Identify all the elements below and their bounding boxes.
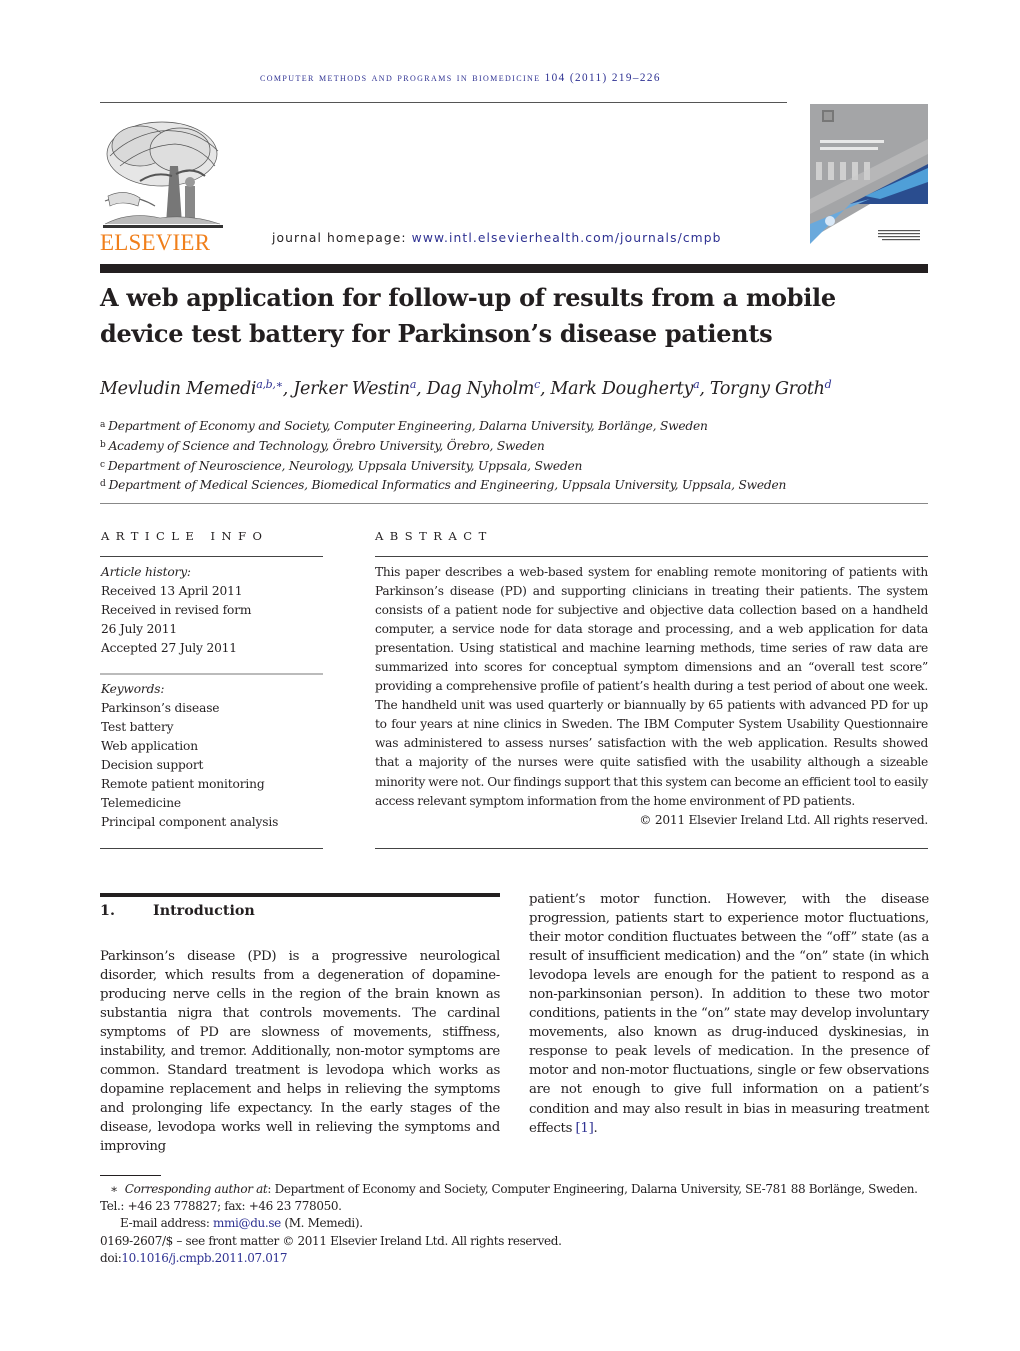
section-title: Introduction xyxy=(153,903,255,919)
intro-text-right-column: patient’s motor function. However, with … xyxy=(529,890,929,1138)
history-item: Received 13 April 2011 xyxy=(101,584,243,598)
abstract-bottom-rule xyxy=(375,848,928,849)
abstract-text: This paper describes a web-based system … xyxy=(375,565,928,808)
journal-homepage: journal homepage: www.intl.elsevierhealt… xyxy=(272,231,722,245)
affiliation-rule xyxy=(100,503,928,504)
intro-text-end: . xyxy=(593,1120,598,1136)
footnotes: ∗ Corresponding author at: Department of… xyxy=(100,1181,930,1267)
keyword: Principal component analysis xyxy=(101,815,279,829)
article-info-bottom-rule xyxy=(100,848,323,849)
citation-link[interactable]: [1] xyxy=(576,1121,594,1136)
section-heading-introduction: 1. Introduction xyxy=(100,901,255,921)
author: Mark Doughertya, xyxy=(550,378,710,399)
author-affil-marks[interactable]: a,b,∗ xyxy=(256,378,283,391)
keyword: Test battery xyxy=(101,720,174,734)
author-name: Jerker Westin xyxy=(293,379,410,399)
journal-cover-thumbnail xyxy=(810,104,928,252)
abstract-rule xyxy=(375,556,928,557)
author-name: Dag Nyholm xyxy=(426,379,535,399)
homepage-label: journal homepage: xyxy=(272,231,412,245)
affiliation-mark: b xyxy=(100,439,106,450)
keyword: Telemedicine xyxy=(101,796,181,810)
intro-text-left-column: Parkinson’s disease (PD) is a progressiv… xyxy=(100,949,500,1155)
header-rule xyxy=(100,102,787,103)
author-separator: , xyxy=(416,379,427,399)
corresponding-author-note: ∗ Corresponding author at: Department of… xyxy=(100,1181,930,1198)
author-separator: , xyxy=(539,379,551,399)
abstract-label: abstract xyxy=(375,529,493,543)
doi-line: doi:10.1016/j.cmpb.2011.07.017 xyxy=(100,1250,930,1267)
author: Jerker Westina, xyxy=(293,378,427,399)
author-name: Mark Dougherty xyxy=(550,379,694,399)
history-item: Accepted 27 July 2011 xyxy=(101,641,237,655)
author-affil-marks[interactable]: d xyxy=(825,378,832,391)
email-owner: (M. Memedi). xyxy=(280,1216,363,1231)
email-link[interactable]: mmi@du.se xyxy=(213,1216,281,1230)
history-label: Article history: xyxy=(101,565,191,579)
author-list: Mevludin Memedia,b,∗, Jerker Westina, Da… xyxy=(100,378,930,399)
affiliation-text: Department of Economy and Society, Compu… xyxy=(108,419,708,433)
footnote-rule xyxy=(100,1175,161,1176)
keyword: Web application xyxy=(101,739,198,753)
affiliation-mark: a xyxy=(100,420,106,430)
masthead-rule xyxy=(100,264,928,273)
front-matter-note: 0169-2607/$ – see front matter © 2011 El… xyxy=(100,1233,562,1248)
keyword: Remote patient monitoring xyxy=(101,777,265,791)
affiliation-text: Academy of Science and Technology, Örebr… xyxy=(108,438,545,453)
article-title: A web application for follow-up of resul… xyxy=(100,283,836,348)
history-item: Received in revised form xyxy=(101,603,252,617)
elsevier-tree-logo xyxy=(103,121,223,228)
email-line: E-mail address: mmi@du.se (M. Memedi). xyxy=(100,1215,930,1232)
affiliation-mark: c xyxy=(100,459,105,470)
affiliation: c Department of Neuroscience, Neurology, … xyxy=(100,456,930,476)
contact-phone-fax: Tel.: +46 23 778827; fax: +46 23 778050. xyxy=(100,1199,342,1214)
corresponding-address: : Department of Economy and Society, Com… xyxy=(267,1182,918,1196)
affiliation-text: Department of Medical Sciences, Biomedic… xyxy=(108,478,787,493)
keyword: Decision support xyxy=(101,758,204,772)
author-name: Mevludin Memedi xyxy=(100,379,257,399)
keywords-rule xyxy=(100,673,323,675)
author: Dag Nyholmc, xyxy=(426,378,551,399)
article-info-label: article info xyxy=(101,529,269,543)
affiliation: d Department of Medical Sciences, Biomedi… xyxy=(100,475,930,495)
author: Mevludin Memedia,b,∗, xyxy=(100,378,294,399)
author-separator: , xyxy=(699,379,710,399)
keyword: Parkinson’s disease xyxy=(101,701,220,715)
affiliation: b Academy of Science and Technology, Öreb… xyxy=(100,436,930,456)
footnote-star: ∗ xyxy=(110,1182,118,1196)
homepage-link[interactable]: www.intl.elsevierhealth.com/journals/cmp… xyxy=(412,231,722,245)
doi-label: doi: xyxy=(100,1250,122,1265)
affiliation: a Department of Economy and Society, Comp… xyxy=(100,416,930,436)
intro-text-right: patient’s motor function. However, with … xyxy=(529,892,929,1136)
history-item: 26 July 2011 xyxy=(101,622,177,636)
keywords-label: Keywords: xyxy=(101,682,165,696)
section-number: 1. xyxy=(100,903,115,919)
affiliation-text: Department of Neuroscience, Neurology, U… xyxy=(107,458,583,473)
section-rule xyxy=(100,893,500,897)
keywords: Keywords: Parkinson’s disease Test batte… xyxy=(101,680,323,832)
doi-link[interactable]: 10.1016/j.cmpb.2011.07.017 xyxy=(121,1251,287,1265)
author-name: Torgny Groth xyxy=(709,379,825,399)
article-history: Article history: Received 13 April 2011 … xyxy=(101,563,323,658)
article-info-rule xyxy=(100,556,323,557)
affiliation-mark: d xyxy=(100,479,106,490)
corresponding-label: Corresponding author at xyxy=(124,1182,268,1196)
author: Torgny Grothd xyxy=(709,378,832,399)
affiliation-list: a Department of Economy and Society, Comp… xyxy=(100,416,930,495)
abstract-copyright: © 2011 Elsevier Ireland Ltd. All rights … xyxy=(639,813,928,827)
email-label: E-mail address: xyxy=(120,1216,213,1231)
author-separator: , xyxy=(282,379,294,399)
running-head: computer methods and programs in biomedi… xyxy=(260,72,661,84)
elsevier-wordmark: ELSEVIER xyxy=(100,230,211,255)
